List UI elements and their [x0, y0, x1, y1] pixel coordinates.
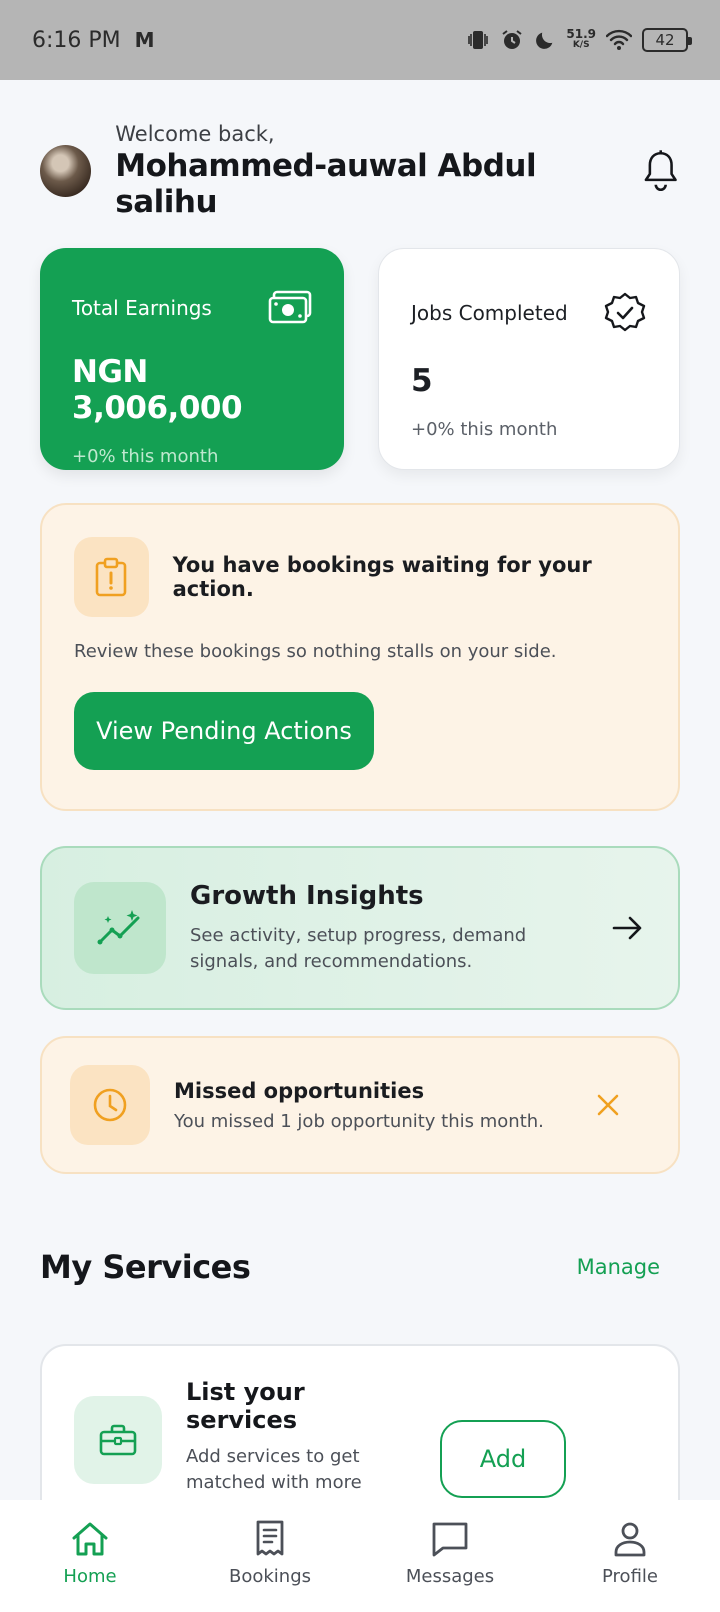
user-name: Mohammed-auwal Abdul salihu [115, 148, 537, 220]
jobs-change: +0% this month [411, 419, 558, 440]
net-speed: 51.9 K/S [566, 27, 596, 51]
status-bar: 6:16 PM M 51.9 K/S 42 [0, 0, 720, 80]
wifi-icon [606, 29, 632, 50]
earnings-title: Total Earnings [72, 296, 212, 320]
net-speed-value: 51.9 [566, 27, 596, 41]
growth-title: Growth Insights [190, 881, 424, 911]
arrow-right-icon[interactable] [610, 910, 646, 946]
moon-icon [536, 32, 553, 49]
battery-indicator: 42 [642, 28, 692, 52]
earnings-change: +0% this month [72, 446, 219, 467]
bottom-nav: Home Bookings Messages Profile [0, 1500, 720, 1612]
my-services-header: My Services Manage [40, 1248, 660, 1286]
my-services-title: My Services [40, 1248, 251, 1286]
trend-sparkle-icon [74, 882, 166, 974]
avatar[interactable] [40, 145, 92, 197]
manage-link[interactable]: Manage [577, 1255, 660, 1279]
header: Welcome back, Mohammed-auwal Abdul salih… [40, 122, 680, 220]
missed-opportunities-card: Missed opportunities You missed 1 job op… [40, 1036, 680, 1174]
status-time: 6:16 PM [32, 27, 121, 53]
welcome-block: Welcome back, Mohammed-auwal Abdul salih… [115, 122, 640, 220]
growth-desc: See activity, setup progress, demand sig… [190, 925, 527, 972]
chat-bubble-icon [432, 1522, 468, 1556]
nav-home-label: Home [63, 1565, 117, 1587]
view-pending-actions-button[interactable]: View Pending Actions [74, 692, 374, 770]
welcome-text: Welcome back, [115, 122, 275, 146]
battery-level: 42 [655, 31, 675, 49]
pending-title: You have bookings waiting for your actio… [172, 553, 592, 601]
nav-profile[interactable]: Profile [560, 1518, 700, 1587]
gmail-icon: M [134, 28, 155, 52]
jobs-completed-card[interactable]: Jobs Completed 5 +0% this month [378, 248, 680, 470]
bell-icon[interactable] [641, 149, 680, 193]
money-icon [268, 290, 312, 324]
nav-bookings-label: Bookings [228, 1565, 311, 1587]
person-icon [614, 1522, 646, 1556]
home-icon [72, 1522, 108, 1555]
briefcase-icon [74, 1396, 162, 1484]
missed-desc: You missed 1 job opportunity this month. [174, 1110, 544, 1132]
status-icons: 51.9 K/S 42 [466, 27, 692, 52]
nav-bookings[interactable]: Bookings [200, 1518, 340, 1587]
clock-icon [70, 1065, 150, 1145]
add-service-button[interactable]: Add [440, 1420, 566, 1498]
verified-badge-icon [604, 292, 646, 332]
jobs-value: 5 [411, 363, 433, 399]
earnings-value: NGN 3,006,000 [72, 354, 243, 426]
nav-messages[interactable]: Messages [380, 1518, 520, 1587]
net-speed-unit: K/S [572, 40, 590, 50]
pending-actions-card: You have bookings waiting for your actio… [40, 503, 680, 811]
clipboard-alert-icon [74, 537, 149, 617]
total-earnings-card[interactable]: Total Earnings NGN 3,006,000 +0% this mo… [40, 248, 344, 470]
nav-profile-label: Profile [602, 1565, 658, 1587]
jobs-title: Jobs Completed [411, 301, 568, 325]
missed-title: Missed opportunities [174, 1078, 425, 1103]
alarm-icon [502, 30, 522, 49]
close-icon[interactable] [592, 1089, 624, 1121]
services-card-title: List your services [186, 1378, 305, 1434]
growth-insights-card[interactable]: Growth Insights See activity, setup prog… [40, 846, 680, 1010]
vibrate-icon [468, 31, 489, 49]
receipt-icon [256, 1520, 284, 1555]
nav-home[interactable]: Home [20, 1518, 160, 1587]
nav-messages-label: Messages [405, 1565, 495, 1587]
pending-desc: Review these bookings so nothing stalls … [74, 641, 557, 662]
